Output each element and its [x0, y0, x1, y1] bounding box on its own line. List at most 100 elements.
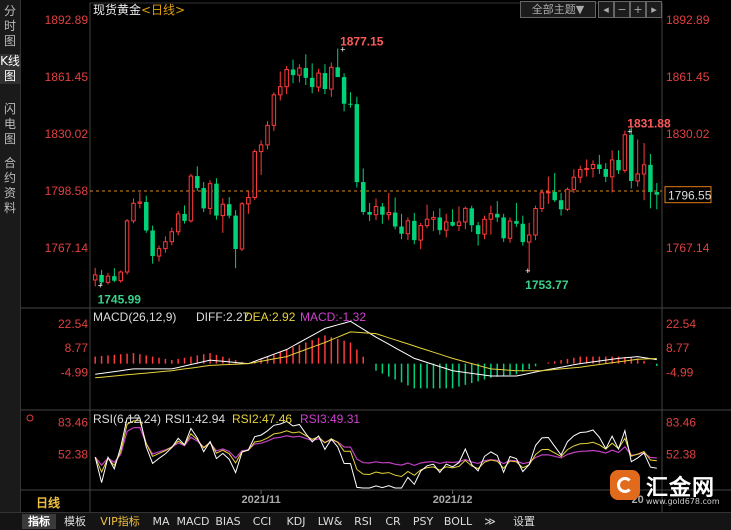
indicator-tab-11[interactable]: PSY — [408, 514, 438, 529]
candle-body — [622, 134, 628, 171]
price-tick-left: 1892.89 — [45, 13, 89, 27]
candle-body — [92, 274, 98, 281]
price-annotation: 1753.77 — [525, 278, 569, 292]
candle-body — [246, 196, 251, 205]
price-annotation: 1877.15 — [340, 35, 384, 49]
rsi-tick-right: 83.46 — [666, 416, 696, 430]
candle-body — [290, 69, 296, 76]
candle-body — [258, 144, 264, 153]
price-tick-right: 1861.45 — [666, 70, 710, 84]
indicator-tab-14[interactable]: 设置 — [504, 514, 544, 529]
candle-body — [284, 68, 289, 88]
candle-body — [456, 221, 462, 227]
candle-body — [392, 212, 398, 227]
candle-body — [239, 203, 245, 250]
candle-body — [412, 220, 417, 241]
annotation-marker: + — [340, 45, 345, 55]
indicator-tab-5[interactable]: BIAS — [212, 514, 244, 529]
indicator-tab-6[interactable]: CCI — [246, 514, 278, 529]
candle-body — [654, 192, 660, 195]
price-tick-right: 1767.14 — [666, 241, 710, 255]
candle-body — [629, 134, 634, 181]
price-tick-right: 1830.02 — [666, 127, 710, 141]
candle-body — [597, 164, 602, 170]
candle-body — [150, 230, 155, 257]
candle-body — [112, 276, 117, 281]
candle-body — [188, 175, 194, 222]
candle-body — [124, 220, 130, 273]
candle-body — [163, 241, 168, 250]
candle-body — [546, 191, 551, 194]
candle-body — [437, 217, 443, 231]
candle-body — [386, 212, 391, 216]
candle-body — [514, 221, 519, 224]
candle-body — [609, 159, 615, 178]
gold678-logo-icon — [610, 470, 640, 500]
candle-body — [380, 206, 385, 215]
macd-value-label: MACD:-1.32 — [300, 310, 366, 324]
next-icon[interactable]: ▸ — [646, 1, 662, 18]
indicator-tab-8[interactable]: LW& — [314, 514, 346, 529]
candle-body — [399, 226, 404, 234]
macd-tick-left: 8.77 — [65, 341, 89, 355]
candle-body — [271, 94, 277, 126]
rsi2-label: RSI2:47.46 — [232, 412, 292, 426]
price-tick-right: 1892.89 — [666, 13, 710, 27]
candle-body — [443, 221, 449, 231]
zoom-in-icon[interactable]: + — [630, 1, 646, 18]
prev-icon[interactable]: ◂ — [598, 1, 614, 18]
price-tick-left: 1798.58 — [45, 184, 89, 198]
rsi-settings-icon[interactable] — [26, 414, 34, 422]
indicator-tab-10[interactable]: CR — [380, 514, 406, 529]
indicator-tab-13[interactable]: ≫ — [478, 514, 502, 529]
candle-body — [424, 218, 430, 227]
candle-body — [431, 216, 436, 220]
candle-body — [373, 206, 379, 216]
date-tick: 2021/12 — [433, 494, 473, 506]
candle-body — [584, 167, 589, 171]
rsi3-label: RSI3:49.31 — [300, 412, 360, 426]
indicator-tab-1[interactable]: 模板 — [58, 514, 92, 529]
candle-body — [329, 66, 334, 90]
site-watermark: 汇金网 www.gold678.com — [610, 468, 720, 508]
indicator-tab-9[interactable]: RSI — [348, 514, 378, 529]
annotation-marker: + — [98, 280, 103, 290]
kline-chart[interactable]: 1892.89 1892.89 1861.45 1861.45 1830.02 1830.… — [0, 0, 731, 512]
rsi-tick-left: 52.38 — [58, 448, 88, 462]
candle-body — [182, 213, 187, 221]
indicator-tab-4[interactable]: MACD — [176, 514, 210, 529]
zoom-out-icon[interactable]: − — [614, 1, 630, 18]
macd-tick-left: 22.54 — [58, 317, 88, 331]
indicator-tab-12[interactable]: BOLL — [440, 514, 476, 529]
candle-body — [495, 213, 500, 218]
candle-body — [565, 188, 570, 210]
current-price-label: 1796.55 — [668, 189, 712, 203]
date-tick: 2021/11 — [242, 494, 281, 506]
macd-tick-left: -4.99 — [61, 365, 89, 379]
candle-body — [207, 183, 213, 209]
period-label: 日线 — [36, 495, 60, 510]
indicator-tab-3[interactable]: MA — [148, 514, 174, 529]
candle-body — [552, 191, 557, 201]
candle-body — [539, 192, 545, 210]
indicator-tab-0[interactable]: 指标 — [22, 514, 56, 529]
theme-dropdown[interactable]: 全部主题▼ — [520, 1, 596, 18]
candle-body — [405, 220, 411, 235]
candle-body — [137, 201, 143, 204]
indicator-tab-2[interactable]: VIP指标 — [94, 514, 146, 529]
candle-body — [533, 208, 538, 236]
indicator-tab-7[interactable]: KDJ — [280, 514, 312, 529]
candle-body — [475, 225, 481, 235]
candle-body — [105, 275, 111, 283]
candle-body — [571, 176, 577, 190]
price-tick-left: 1861.45 — [45, 70, 89, 84]
candle-body — [501, 217, 506, 239]
candle-body — [648, 164, 653, 193]
annotation-marker: + — [525, 266, 530, 276]
rsi-tick-right: 52.38 — [666, 448, 696, 462]
candle-body — [118, 271, 123, 282]
candle-body — [526, 234, 532, 243]
candle-body — [265, 124, 270, 146]
price-annotation: 1831.88 — [627, 117, 671, 131]
candle-body — [297, 67, 302, 76]
